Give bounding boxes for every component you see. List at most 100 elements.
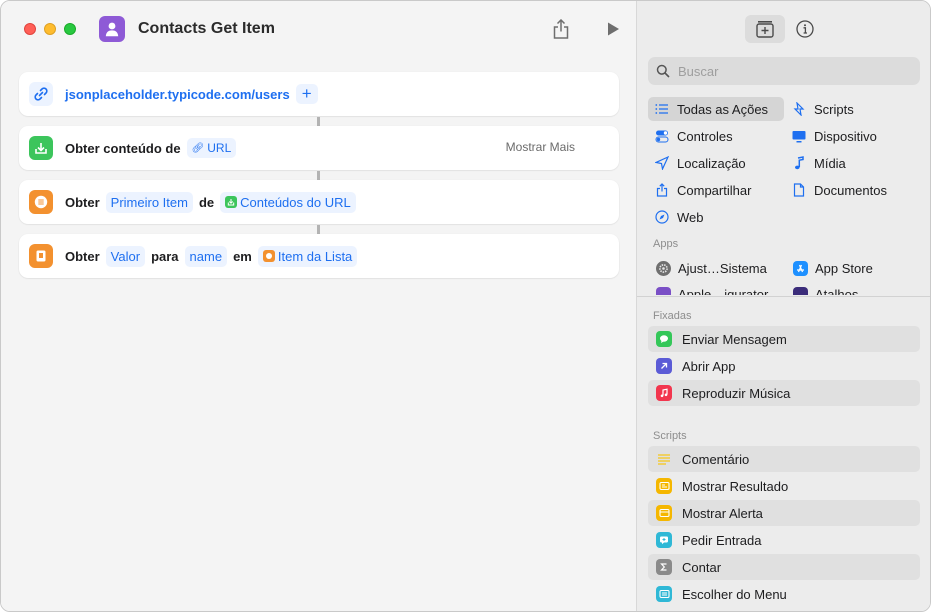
for-label: para <box>151 248 179 264</box>
toggle-icon <box>654 128 670 144</box>
category-controls[interactable]: Controles <box>648 124 733 148</box>
url-variable-token[interactable]: 🔗︎ URL <box>186 138 237 158</box>
category-media[interactable]: Mídia <box>785 151 846 175</box>
action-label: Mostrar Alerta <box>682 505 763 521</box>
display-icon <box>791 128 807 144</box>
action-count[interactable]: Contar <box>648 554 920 580</box>
category-share[interactable]: Compartilhar <box>648 178 751 202</box>
pinned-section-label: Fixadas <box>653 310 692 322</box>
category-label: Controles <box>677 128 733 144</box>
category-label: Scripts <box>814 101 854 117</box>
get-item-label: Obter <box>65 194 100 210</box>
category-label: Localização <box>677 155 746 171</box>
apps-overflow-row: Apple…igurator Atalhos <box>637 281 930 295</box>
value-selector-token[interactable]: Valor <box>105 245 146 267</box>
app-shortcuts[interactable]: Atalhos <box>793 283 858 295</box>
in-label: em <box>233 248 252 264</box>
search-input[interactable] <box>678 63 908 79</box>
music-icon <box>656 385 672 401</box>
app-label: App Store <box>815 260 873 276</box>
contents-variable-token[interactable]: Conteúdos do URL <box>220 191 356 213</box>
music-note-icon <box>791 155 807 171</box>
app-app-store[interactable]: App Store <box>793 257 873 279</box>
dictionary-icon <box>29 244 53 268</box>
list-item-variable-token[interactable]: Item da Lista <box>257 245 358 267</box>
play-icon <box>608 22 619 36</box>
compass-icon <box>654 209 670 225</box>
share-icon <box>553 19 569 39</box>
comment-icon <box>656 451 672 467</box>
url-token-label: URL <box>207 141 232 155</box>
action-show-result[interactable]: Mostrar Resultado <box>648 473 920 499</box>
url-value[interactable]: jsonplaceholder.typicode.com/users <box>65 87 290 102</box>
message-icon <box>656 331 672 347</box>
shortcuts-window: Contacts Get Item jsonplaceholder.typico… <box>0 0 931 612</box>
link-icon: 🔗︎ <box>191 142 205 154</box>
shortcuts-icon <box>793 286 808 295</box>
info-icon <box>796 20 814 38</box>
list-icon <box>262 250 275 262</box>
shortcut-editor: Contacts Get Item jsonplaceholder.typico… <box>1 1 636 611</box>
link-icon <box>29 82 53 106</box>
library-add-icon <box>756 21 774 38</box>
app-label: Ajust…Sistema <box>678 260 767 276</box>
category-location[interactable]: Localização <box>648 151 746 175</box>
get-contents-action[interactable]: Obter conteúdo de 🔗︎ URL Mostrar Mais <box>19 126 619 170</box>
action-library-sidebar: Todas as Ações Scripts Controles Disposi… <box>636 1 930 611</box>
action-label: Escolher do Menu <box>682 586 787 602</box>
category-all-actions[interactable]: Todas as Ações <box>648 97 784 121</box>
action-library-button[interactable] <box>745 15 785 43</box>
action-label: Mostrar Resultado <box>682 478 789 494</box>
action-show-alert[interactable]: Mostrar Alerta <box>648 500 920 526</box>
category-device[interactable]: Dispositivo <box>785 124 877 148</box>
category-label: Web <box>677 209 704 225</box>
list-item-token-label: Item da Lista <box>277 248 353 264</box>
details-button[interactable] <box>793 17 817 41</box>
action-label: Pedir Entrada <box>682 532 762 548</box>
action-ask-for-input[interactable]: Pedir Entrada <box>648 527 920 553</box>
get-contents-label: Obter conteúdo de <box>65 140 181 156</box>
search-field[interactable] <box>648 57 920 85</box>
shortcut-icon[interactable] <box>99 16 125 42</box>
get-value-label: Obter <box>65 248 100 264</box>
share-button[interactable] <box>550 18 572 40</box>
url-action[interactable]: jsonplaceholder.typicode.com/users + <box>19 72 619 116</box>
minimize-window-button[interactable] <box>44 23 56 35</box>
zoom-window-button[interactable] <box>64 23 76 35</box>
category-documents[interactable]: Documentos <box>785 178 887 202</box>
location-icon <box>654 155 670 171</box>
close-window-button[interactable] <box>24 23 36 35</box>
action-label: Abrir App <box>682 358 736 374</box>
action-choose-from-menu[interactable]: Escolher do Menu <box>648 581 920 607</box>
action-label: Enviar Mensagem <box>682 331 787 347</box>
category-label: Compartilhar <box>677 182 752 198</box>
scripts-icon <box>791 101 807 117</box>
category-scripts[interactable]: Scripts <box>785 97 854 121</box>
app-apple-configurator[interactable]: Apple…igurator <box>656 283 768 295</box>
action-send-message[interactable]: Enviar Mensagem <box>648 326 920 352</box>
action-comment[interactable]: Comentário <box>648 446 920 472</box>
app-system-settings[interactable]: Ajust…Sistema <box>656 257 767 279</box>
get-item-action[interactable]: Obter Primeiro Item de Conteúdos do URL <box>19 180 619 224</box>
app-store-icon <box>793 260 808 276</box>
category-label: Mídia <box>814 155 846 171</box>
library-categories-pane: Todas as Ações Scripts Controles Disposi… <box>637 1 930 296</box>
scripts-section-label: Scripts <box>653 430 687 442</box>
title-bar: Contacts Get Item <box>1 1 636 57</box>
result-icon <box>656 478 672 494</box>
run-button[interactable] <box>602 18 624 40</box>
show-more-button[interactable]: Mostrar Mais <box>506 140 575 154</box>
get-value-action[interactable]: Obter Valor para name em Item da Lista <box>19 234 619 278</box>
key-input-token[interactable]: name <box>184 245 228 267</box>
app-label: Apple…igurator <box>678 286 769 296</box>
share-icon <box>654 182 670 198</box>
action-open-app[interactable]: Abrir App <box>648 353 920 379</box>
open-app-icon <box>656 358 672 374</box>
category-web[interactable]: Web <box>648 205 704 229</box>
add-url-button[interactable]: + <box>295 84 318 104</box>
from-label: de <box>198 194 215 210</box>
category-label: Todas as Ações <box>677 101 769 117</box>
item-selector-token[interactable]: Primeiro Item <box>105 191 193 213</box>
document-icon <box>791 182 807 198</box>
action-play-music[interactable]: Reproduzir Música <box>648 380 920 406</box>
